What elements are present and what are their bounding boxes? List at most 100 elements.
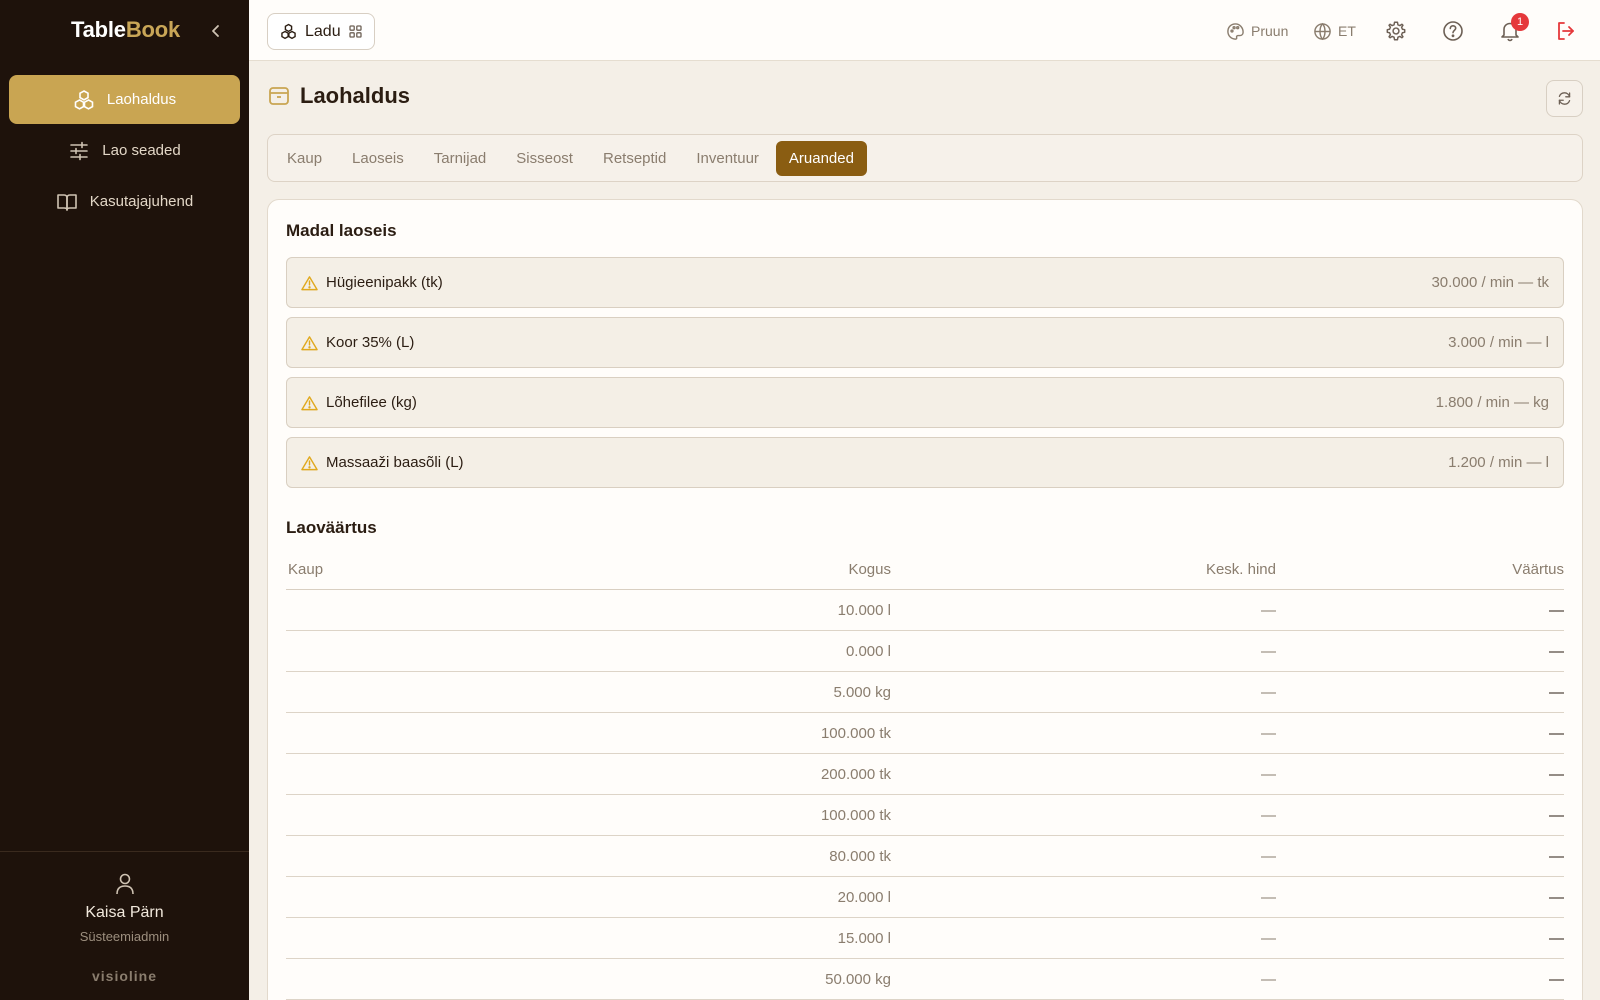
low-stock-item-name: Koor 35% (L)	[326, 334, 415, 351]
main-content: Laohaldus Kaup Laoseis Tarnijad Sisseost…	[249, 61, 1600, 1000]
sidebar: TableBook Laohaldus Lao seaded Kasutajaj…	[0, 0, 249, 1000]
sidebar-item-laohaldus[interactable]: Laohaldus	[9, 75, 240, 124]
cell-item: 20.000 l	[286, 889, 891, 906]
column-header-kaup[interactable]: Kaup Kogus	[286, 561, 891, 578]
page-title: Laohaldus	[300, 83, 411, 108]
help-icon	[1443, 21, 1463, 41]
tab-kaup[interactable]: Kaup	[274, 141, 335, 176]
cell-avg-price: —	[1261, 601, 1276, 619]
cell-item: 0.000 l	[286, 643, 891, 660]
tab-sisseost[interactable]: Sisseost	[503, 141, 586, 176]
cell-item: 10.000 l	[286, 602, 891, 619]
sidebar-item-kasutajajuhend[interactable]: Kasutajajuhend	[9, 177, 240, 226]
table-row[interactable]: 10.000 l — —	[286, 590, 1564, 631]
stock-value-table: Kaup Kogus Kesk. hind Väärtus 10.000 l — — 0…	[286, 550, 1564, 1000]
brand-part-book: Book	[125, 17, 181, 42]
brand-part-table: Table	[71, 17, 126, 42]
stock-value-title: Laoväärtus	[286, 518, 377, 537]
cell-avg-price: —	[1261, 765, 1276, 783]
user-icon	[115, 873, 134, 895]
sidebar-nav: Laohaldus Lao seaded Kasutajajuhend	[9, 75, 240, 228]
column-header-vaartus[interactable]: Väärtus	[1276, 561, 1564, 578]
low-stock-item-name: Massaaži baasõli (L)	[326, 454, 464, 471]
table-row[interactable]: 20.000 l — —	[286, 877, 1564, 918]
cell-quantity: 100.000 tk	[820, 806, 891, 824]
table-row[interactable]: 0.000 l — —	[286, 631, 1564, 672]
bell-wrapper: 1	[1499, 13, 1529, 42]
cell-quantity: 200.000 tk	[820, 765, 891, 783]
cell-item: 200.000 tk	[286, 766, 891, 783]
cell-value: —	[1549, 765, 1564, 783]
sidebar-item-label: Laohaldus	[106, 91, 177, 108]
cell-item: 100.000 tk	[286, 807, 891, 824]
boxes-icon	[74, 89, 94, 110]
book-icon	[56, 193, 77, 211]
tab-laoseis[interactable]: Laoseis	[339, 141, 417, 176]
notification-count-badge: 1	[1511, 13, 1529, 31]
settings-button[interactable]	[1385, 18, 1407, 44]
warning-icon	[301, 395, 318, 410]
warning-icon-wrapper	[301, 335, 318, 351]
low-stock-item-level: 1.800 / min — kg	[1435, 394, 1549, 411]
sidebar-item-label: Kasutajajuhend	[89, 193, 194, 210]
chevron-left-icon	[212, 25, 219, 37]
language-switcher-button[interactable]: ET	[1313, 18, 1356, 44]
sidebar-item-lao-seaded[interactable]: Lao seaded	[9, 126, 240, 175]
tab-retseptid[interactable]: Retseptid	[590, 141, 679, 176]
table-row[interactable]: 100.000 tk — —	[286, 713, 1564, 754]
table-row[interactable]: 80.000 tk — —	[286, 836, 1564, 877]
warning-icon-wrapper	[301, 455, 318, 471]
table-row[interactable]: 200.000 tk — —	[286, 754, 1564, 795]
warning-icon	[301, 275, 318, 290]
help-button[interactable]	[1442, 18, 1464, 44]
warning-icon-wrapper	[301, 395, 318, 411]
logout-icon	[1558, 22, 1574, 40]
low-stock-item-level: 30.000 / min — tk	[1431, 274, 1549, 291]
sidebar-collapse-button[interactable]	[205, 20, 227, 42]
low-stock-item-level: 1.200 / min — l	[1448, 454, 1549, 471]
table-row[interactable]: 5.000 kg — —	[286, 672, 1564, 713]
logout-button[interactable]	[1555, 18, 1577, 44]
cell-item: 80.000 tk	[286, 848, 891, 865]
low-stock-item: Massaaži baasõli (L) 1.200 / min — l	[286, 437, 1564, 488]
low-stock-item-name: Lõhefilee (kg)	[326, 394, 417, 411]
boxes-icon	[281, 23, 296, 40]
column-header-kogus[interactable]: Kogus	[848, 561, 891, 578]
cell-value: —	[1549, 683, 1564, 701]
table-body: 10.000 l — — 0.000 l — — 5.000 kg — — 100.000 tk —…	[286, 590, 1564, 1000]
cell-value: —	[1549, 724, 1564, 742]
cell-value: —	[1549, 642, 1564, 660]
column-header-kesk-hind[interactable]: Kesk. hind	[891, 561, 1276, 578]
tab-inventuur[interactable]: Inventuur	[683, 141, 772, 176]
refresh-button[interactable]	[1546, 80, 1583, 117]
low-stock-list: Hügieenipakk (tk) 30.000 / min — tk Koor…	[286, 257, 1564, 497]
cell-value: —	[1549, 970, 1564, 988]
topbar: Ladu Pruun ET 1	[249, 0, 1600, 61]
warning-icon	[301, 335, 318, 350]
table-row[interactable]: 50.000 kg — —	[286, 959, 1564, 1000]
cell-item: 5.000 kg	[286, 684, 891, 701]
tab-aruanded[interactable]: Aruanded	[775, 140, 867, 176]
module-switcher-button[interactable]: Ladu	[267, 13, 375, 50]
reports-card: Madal laoseis Hügieenipakk (tk) 30.000 /…	[267, 199, 1583, 1000]
table-row[interactable]: 15.000 l — —	[286, 918, 1564, 959]
cell-avg-price: —	[1261, 847, 1276, 865]
palette-icon	[1227, 22, 1244, 40]
sliders-icon	[70, 141, 89, 160]
cell-quantity: 5.000 kg	[833, 683, 891, 701]
cell-quantity: 15.000 l	[837, 929, 891, 947]
tab-tarnijad[interactable]: Tarnijad	[421, 141, 500, 176]
cell-avg-price: —	[1261, 929, 1276, 947]
gear-icon	[1386, 21, 1406, 41]
cell-quantity: 50.000 kg	[825, 970, 891, 988]
cell-avg-price: —	[1261, 724, 1276, 742]
table-row[interactable]: 100.000 tk — —	[286, 795, 1564, 836]
notifications-button[interactable]: 1	[1499, 13, 1529, 44]
cell-value: —	[1549, 847, 1564, 865]
tab-bar: Kaup Laoseis Tarnijad Sisseost Retseptid…	[267, 134, 1583, 182]
theme-switcher-button[interactable]: Pruun	[1226, 18, 1288, 44]
low-stock-item-name: Hügieenipakk (tk)	[326, 274, 443, 291]
brand-logo: TableBook	[71, 17, 180, 43]
user-profile[interactable]: Kaisa Pärn Süsteemiadmin	[0, 872, 249, 944]
column-header-kaup-label[interactable]: Kaup	[288, 561, 323, 578]
